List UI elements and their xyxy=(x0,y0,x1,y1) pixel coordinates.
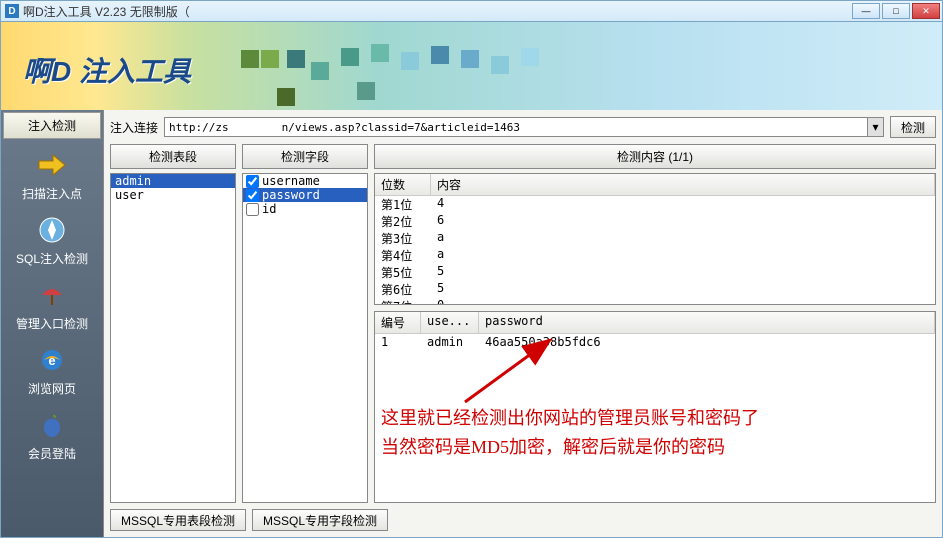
content-rows[interactable]: 第1位4第2位6第3位a第4位a第5位5第6位5第7位0第8位a xyxy=(375,196,935,304)
url-input[interactable] xyxy=(164,117,868,137)
sidebar: 注入检测 扫描注入点 SQL注入检测 管理入口检测 e 浏览网页 xyxy=(1,110,104,537)
ie-icon: e xyxy=(36,344,68,376)
field-checkbox[interactable] xyxy=(246,203,259,216)
content-row[interactable]: 第2位6 xyxy=(375,213,935,230)
field-checkbox[interactable] xyxy=(246,189,259,202)
fields-header: 检测字段 xyxy=(242,144,368,169)
window-title: 啊D注入工具 V2.23 无限制版（ xyxy=(23,3,852,20)
tables-list[interactable]: admin user xyxy=(110,173,236,503)
mssql-table-detect-button[interactable]: MSSQL专用表段检测 xyxy=(110,509,246,531)
minimize-button[interactable]: — xyxy=(852,3,880,19)
table-row[interactable]: admin xyxy=(111,174,235,188)
content-row[interactable]: 第4位a xyxy=(375,247,935,264)
tables-header: 检测表段 xyxy=(110,144,236,169)
sidebar-tab[interactable]: 注入检测 xyxy=(3,112,101,139)
col-user[interactable]: use... xyxy=(421,312,479,333)
compass-icon xyxy=(36,214,68,246)
col-pos[interactable]: 位数 xyxy=(375,174,431,195)
field-row[interactable]: password xyxy=(243,188,367,202)
sidebar-item-label: 会员登陆 xyxy=(1,445,103,462)
results-grid: 编号 use... password 1admin46aa550a38b5fdc… xyxy=(374,311,936,503)
close-button[interactable]: ✕ xyxy=(912,3,940,19)
field-label: password xyxy=(262,188,364,202)
url-label: 注入连接 xyxy=(110,119,158,136)
table-row[interactable]: user xyxy=(111,188,235,202)
result-row[interactable]: 1admin46aa550a38b5fdc6 xyxy=(375,334,935,350)
content-row[interactable]: 第3位a xyxy=(375,230,935,247)
col-id[interactable]: 编号 xyxy=(375,312,421,333)
field-checkbox[interactable] xyxy=(246,175,259,188)
results-rows[interactable]: 1admin46aa550a38b5fdc6 xyxy=(375,334,935,350)
sidebar-item-label: 管理入口检测 xyxy=(1,315,103,332)
content-row[interactable]: 第5位5 xyxy=(375,264,935,281)
sidebar-item-label: 浏览网页 xyxy=(1,380,103,397)
sidebar-item-scan[interactable]: 扫描注入点 xyxy=(1,141,103,206)
field-row[interactable]: id xyxy=(243,202,367,216)
umbrella-icon xyxy=(36,279,68,311)
col-pass[interactable]: password xyxy=(479,312,935,333)
sidebar-item-label: 扫描注入点 xyxy=(1,185,103,202)
sidebar-item-browse[interactable]: e 浏览网页 xyxy=(1,336,103,401)
url-dropdown-button[interactable]: ▾ xyxy=(868,117,884,137)
content-row[interactable]: 第6位5 xyxy=(375,281,935,298)
sidebar-item-login[interactable]: 会员登陆 xyxy=(1,401,103,466)
app-logo-text: 啊D 注入工具 xyxy=(23,50,191,90)
apple-icon xyxy=(36,409,68,441)
content-grid: 位数 内容 第1位4第2位6第3位a第4位a第5位5第6位5第7位0第8位a xyxy=(374,173,936,305)
fields-list[interactable]: usernamepasswordid xyxy=(242,173,368,503)
field-label: username xyxy=(262,174,320,188)
sidebar-item-label: SQL注入检测 xyxy=(1,250,103,267)
banner: 啊D 注入工具 xyxy=(0,22,943,110)
field-label: id xyxy=(262,202,276,216)
sidebar-item-admin-entry[interactable]: 管理入口检测 xyxy=(1,271,103,336)
mssql-field-detect-button[interactable]: MSSQL专用字段检测 xyxy=(252,509,388,531)
content-header: 检测内容 (1/1) xyxy=(374,144,936,169)
annotation-text: 这里就已经检测出你网站的管理员账号和密码了 当然密码是MD5加密，解密后就是你的… xyxy=(381,404,759,462)
content-row[interactable]: 第1位4 xyxy=(375,196,935,213)
app-icon: D xyxy=(5,4,19,18)
arrow-right-icon xyxy=(36,149,68,181)
sidebar-item-sql[interactable]: SQL注入检测 xyxy=(1,206,103,271)
content-area: 注入连接 ▾ 检测 检测表段 admin user 检测字段 use xyxy=(104,110,942,537)
field-row[interactable]: username xyxy=(243,174,367,188)
chevron-down-icon: ▾ xyxy=(872,120,878,134)
title-bar: D 啊D注入工具 V2.23 无限制版（ — □ ✕ xyxy=(0,0,943,22)
svg-text:e: e xyxy=(48,353,55,368)
detect-button[interactable]: 检测 xyxy=(890,116,936,138)
col-val[interactable]: 内容 xyxy=(431,174,935,195)
content-row[interactable]: 第7位0 xyxy=(375,298,935,304)
maximize-button[interactable]: □ xyxy=(882,3,910,19)
